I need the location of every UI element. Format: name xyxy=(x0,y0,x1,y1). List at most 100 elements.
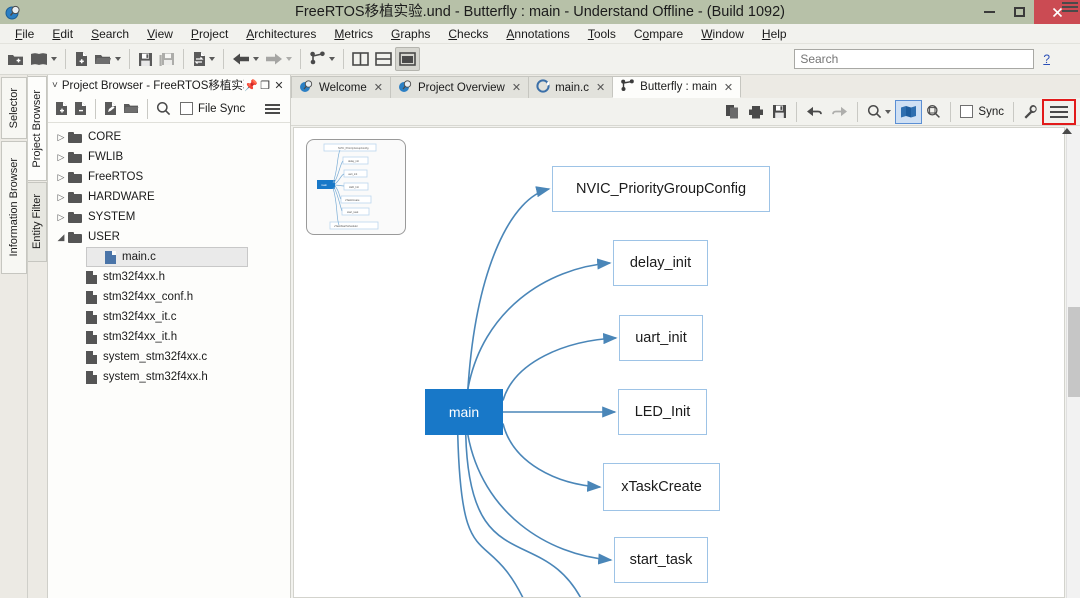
file-sync-toggle[interactable]: File Sync xyxy=(180,102,245,115)
chevron-right-icon[interactable]: ▷ xyxy=(54,132,68,143)
graph-sync-toggle[interactable]: Sync xyxy=(960,105,1004,118)
chevron-right-icon[interactable]: ▷ xyxy=(54,172,68,183)
editor-tab-project-overview[interactable]: Project Overview ✕ xyxy=(389,76,530,98)
zoom-area-icon[interactable] xyxy=(922,100,945,124)
help-link[interactable]: ? xyxy=(1043,52,1050,66)
open-folder-icon[interactable] xyxy=(91,47,124,71)
menu-item-help[interactable]: Help xyxy=(753,25,796,43)
graph-branch-icon[interactable] xyxy=(306,47,338,71)
copy-icon[interactable] xyxy=(721,100,744,124)
chevron-down-icon[interactable] xyxy=(115,57,121,61)
sidebar-tab-entity-filter[interactable]: Entity Filter xyxy=(28,182,47,262)
tree-file-row[interactable]: system_stm32f4xx.h xyxy=(48,367,290,387)
new-file-icon[interactable] xyxy=(71,47,91,71)
menu-item-edit[interactable]: Edit xyxy=(43,25,82,43)
tree-folder-row[interactable]: ◢ USER xyxy=(48,227,290,247)
overview-map-icon[interactable] xyxy=(895,99,923,124)
add-file-icon[interactable] xyxy=(52,97,71,121)
remove-file-icon[interactable] xyxy=(71,97,90,121)
tree-file-row[interactable]: system_stm32f4xx.c xyxy=(48,347,290,367)
menu-item-window[interactable]: Window xyxy=(692,25,753,43)
menu-item-search[interactable]: Search xyxy=(82,25,138,43)
tree-file-row[interactable]: stm32f4xx_it.h xyxy=(48,327,290,347)
edit-file-icon[interactable] xyxy=(101,97,120,121)
chevron-down-icon[interactable] xyxy=(329,57,335,61)
graph-node-n3[interactable]: uart_init xyxy=(619,315,703,361)
close-icon[interactable]: ✕ xyxy=(596,81,605,94)
tree-file-row[interactable]: stm32f4xx_it.c xyxy=(48,307,290,327)
save-icon[interactable] xyxy=(768,100,791,124)
close-icon[interactable]: ✕ xyxy=(272,79,286,92)
back-arrow-icon[interactable] xyxy=(229,47,262,71)
chevron-right-icon[interactable]: ▷ xyxy=(54,152,68,163)
split-vertical-icon[interactable] xyxy=(349,47,372,71)
graph-sync-checkbox[interactable] xyxy=(960,105,974,118)
chevron-down-icon[interactable] xyxy=(885,109,892,114)
maximize-button[interactable] xyxy=(1004,0,1034,24)
menu-item-checks[interactable]: Checks xyxy=(439,25,497,43)
wrench-icon[interactable] xyxy=(1019,100,1042,124)
scrollbar-thumb[interactable] xyxy=(1068,307,1080,397)
sidebar-tab-project-browser[interactable]: Project Browser xyxy=(28,76,47,181)
editor-tab-butterfly-main[interactable]: Butterfly : main ✕ xyxy=(612,76,742,98)
tree-folder-row[interactable]: ▷ CORE xyxy=(48,127,290,147)
graph-menu-icon[interactable] xyxy=(1050,105,1068,118)
tree-folder-row[interactable]: ▷ SYSTEM xyxy=(48,207,290,227)
pin-icon[interactable]: 📌 xyxy=(244,79,258,92)
menu-item-tools[interactable]: Tools xyxy=(579,25,625,43)
search-icon[interactable] xyxy=(153,97,174,121)
editor-tab-menu-icon[interactable] xyxy=(1062,2,1078,12)
graph-node-n2[interactable]: delay_init xyxy=(613,240,708,286)
open-folder-icon[interactable] xyxy=(120,97,142,121)
zoom-icon[interactable] xyxy=(863,100,895,124)
chevron-right-icon[interactable]: ▷ xyxy=(54,212,68,223)
graph-node-main[interactable]: main xyxy=(425,389,503,435)
redo-arrow-icon[interactable] xyxy=(827,100,852,124)
single-pane-icon[interactable] xyxy=(395,47,420,71)
analyze-icon[interactable] xyxy=(189,47,218,71)
menu-item-graphs[interactable]: Graphs xyxy=(382,25,439,43)
menu-item-project[interactable]: Project xyxy=(182,25,237,43)
undock-icon[interactable]: ❐ xyxy=(258,79,272,92)
menu-item-metrics[interactable]: Metrics xyxy=(325,25,382,43)
graph-node-n6[interactable]: start_task xyxy=(614,537,708,583)
tree-folder-row[interactable]: ▷ HARDWARE xyxy=(48,187,290,207)
graph-canvas[interactable]: NVIC_PriorityGroupConfig delay_init uart… xyxy=(293,127,1065,598)
split-horizontal-icon[interactable] xyxy=(372,47,395,71)
close-icon[interactable]: ✕ xyxy=(724,81,733,94)
close-icon[interactable]: ✕ xyxy=(512,81,521,94)
editor-tab-main-c[interactable]: main.c ✕ xyxy=(528,76,614,98)
chevron-down-icon[interactable] xyxy=(253,57,259,61)
minimize-button[interactable] xyxy=(974,0,1004,24)
save-icon[interactable] xyxy=(135,47,156,71)
new-project-icon[interactable] xyxy=(4,47,27,71)
chevron-down-icon[interactable] xyxy=(209,57,215,61)
menu-item-compare[interactable]: Compare xyxy=(625,25,692,43)
chevron-down-icon[interactable] xyxy=(51,57,57,61)
tree-folder-row[interactable]: ▷ FreeRTOS xyxy=(48,167,290,187)
chevron-down-icon[interactable]: ˅ xyxy=(52,80,58,91)
chevron-right-icon[interactable]: ▷ xyxy=(54,192,68,203)
tree-file-row[interactable]: stm32f4xx.h xyxy=(48,267,290,287)
menu-item-architectures[interactable]: Architectures xyxy=(237,25,325,43)
canvas-vertical-scrollbar[interactable] xyxy=(1066,127,1080,598)
menu-item-annotations[interactable]: Annotations xyxy=(497,25,578,43)
close-icon[interactable]: ✕ xyxy=(374,81,383,94)
save-all-icon[interactable] xyxy=(156,47,178,71)
graph-minimap[interactable]: NVIC_PriorityGroupConfig delay_init uart… xyxy=(306,139,406,235)
tree-file-row[interactable]: stm32f4xx_conf.h xyxy=(48,287,290,307)
file-sync-checkbox[interactable] xyxy=(180,102,193,115)
sidebar-tab-selector[interactable]: Selector xyxy=(1,77,27,139)
graph-node-n5[interactable]: xTaskCreate xyxy=(603,463,720,511)
chevron-down-icon[interactable] xyxy=(286,57,292,61)
open-book-icon[interactable] xyxy=(27,47,60,71)
sidebar-tab-information-browser[interactable]: Information Browser xyxy=(1,141,27,274)
menu-item-file[interactable]: File xyxy=(6,25,43,43)
scroll-up-arrow-icon[interactable] xyxy=(1062,128,1072,134)
search-input[interactable] xyxy=(794,49,1035,69)
tree-folder-row[interactable]: ▷ FWLIB xyxy=(48,147,290,167)
print-icon[interactable] xyxy=(744,100,768,124)
graph-node-n1[interactable]: NVIC_PriorityGroupConfig xyxy=(552,166,770,212)
chevron-down-icon[interactable]: ◢ xyxy=(54,232,68,243)
menu-item-view[interactable]: View xyxy=(138,25,182,43)
